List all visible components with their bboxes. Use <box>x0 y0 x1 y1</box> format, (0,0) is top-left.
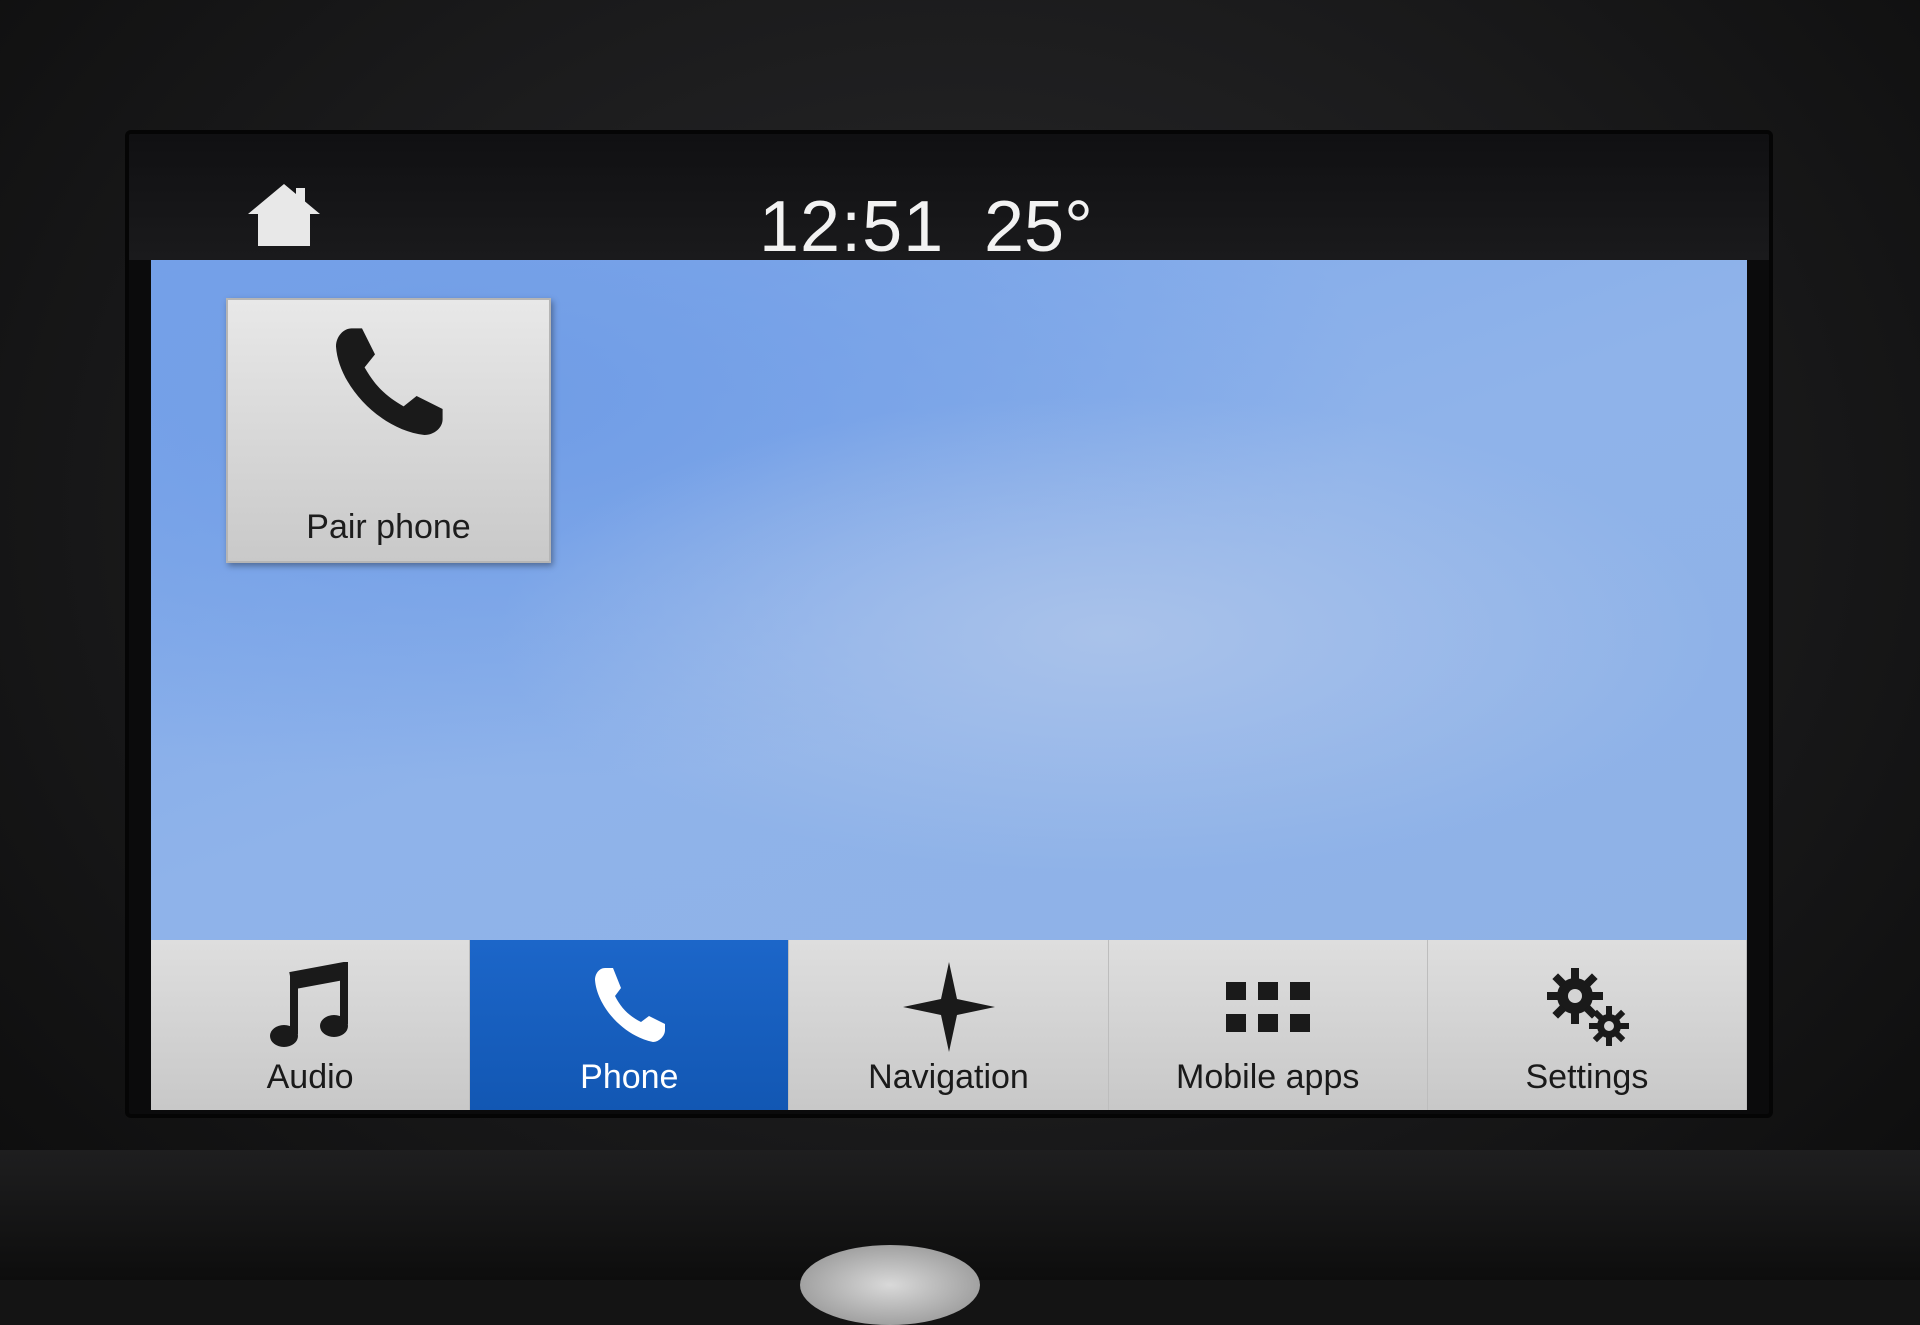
clock: 12:51 <box>759 187 945 267</box>
nav-item-phone[interactable]: Phone <box>470 940 790 1110</box>
phone-icon <box>595 968 666 1042</box>
phone-content-area: Pair phone <box>151 260 1747 940</box>
nav-item-audio[interactable]: Audio <box>151 940 471 1110</box>
nav-label-audio: Audio <box>266 1058 354 1096</box>
nav-label-mobile-apps: Mobile apps <box>1176 1058 1360 1096</box>
infotainment-screen: 12:51 25° Pair phone Audio Phone Navigat… <box>125 130 1773 1118</box>
control-knob <box>800 1245 980 1325</box>
phone-icon <box>336 328 443 435</box>
status-bar: 12:51 25° <box>129 134 1769 267</box>
nav-item-settings[interactable]: Settings <box>1428 940 1748 1110</box>
apps-grid-icon <box>1225 982 1310 1032</box>
outside-temperature: 25° <box>984 187 1093 267</box>
nav-label-settings: Settings <box>1525 1058 1649 1096</box>
navigation-star-icon <box>902 962 995 1052</box>
gears-icon <box>1546 968 1629 1046</box>
music-note-icon <box>270 962 349 1047</box>
nav-label-phone: Phone <box>580 1058 679 1096</box>
nav-item-navigation[interactable]: Navigation <box>789 940 1109 1110</box>
tile-label: Pair phone <box>306 508 471 546</box>
bottom-nav-bar: Audio Phone Navigation Mobile apps Setti… <box>151 940 1748 1110</box>
nav-item-mobile-apps[interactable]: Mobile apps <box>1109 940 1428 1110</box>
pair-phone-tile[interactable]: Pair phone <box>226 298 551 563</box>
home-icon[interactable] <box>244 180 324 250</box>
nav-label-navigation: Navigation <box>868 1058 1029 1096</box>
